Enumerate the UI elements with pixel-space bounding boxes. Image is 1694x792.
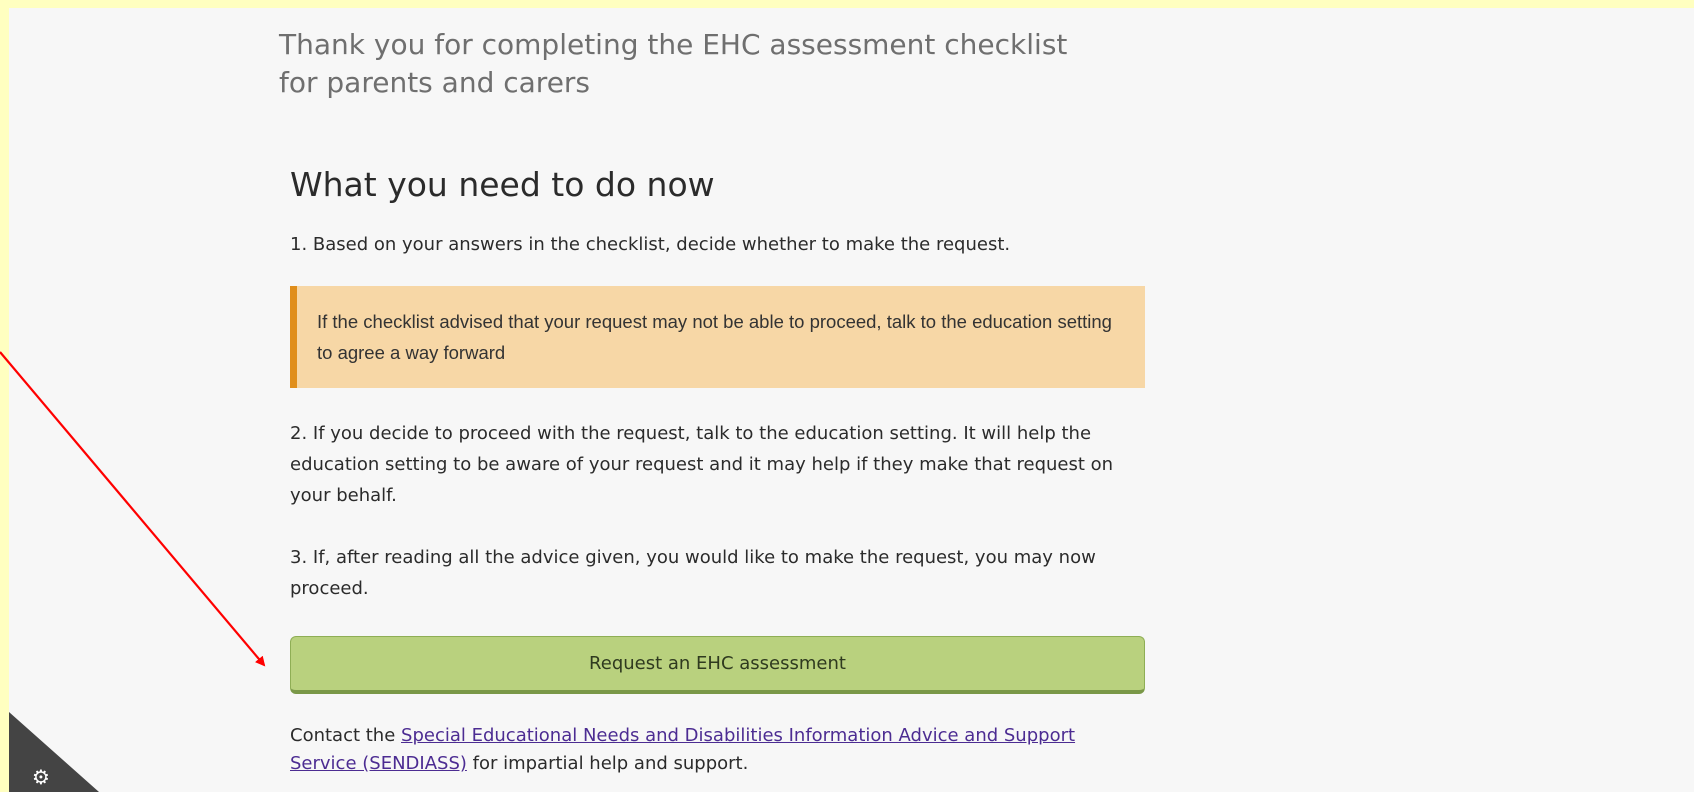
contact-prefix: Contact the <box>290 725 402 746</box>
warning-callout: If the checklist advised that your reque… <box>290 286 1145 388</box>
cropped-text-fragment: ʼ <box>443 8 450 21</box>
settings-corner[interactable] <box>9 712 99 792</box>
gear-icon[interactable]: ⚙ <box>30 767 52 789</box>
page-frame: ʼ Thank you for completing the EHC asses… <box>9 8 1694 792</box>
contact-suffix: for impartial help and support. <box>466 753 749 774</box>
section-title: What you need to do now <box>290 165 715 204</box>
step-2-text: 2. If you decide to proceed with the req… <box>290 423 1114 506</box>
thanks-heading: Thank you for completing the EHC assessm… <box>279 28 1068 99</box>
request-ehc-assessment-button[interactable]: Request an EHC assessment <box>290 636 1145 694</box>
step-3-text: 3. If, after reading all the advice give… <box>290 547 1096 599</box>
contact-paragraph: Contact the Special Educational Needs an… <box>290 722 1145 778</box>
step-1-text: 1. Based on your answers in the checklis… <box>290 234 1011 255</box>
next-steps-section: What you need to do now 1. Based on your… <box>290 163 1145 792</box>
warning-text: If the checklist advised that your reque… <box>317 311 1112 363</box>
request-button-label: Request an EHC assessment <box>589 653 846 674</box>
